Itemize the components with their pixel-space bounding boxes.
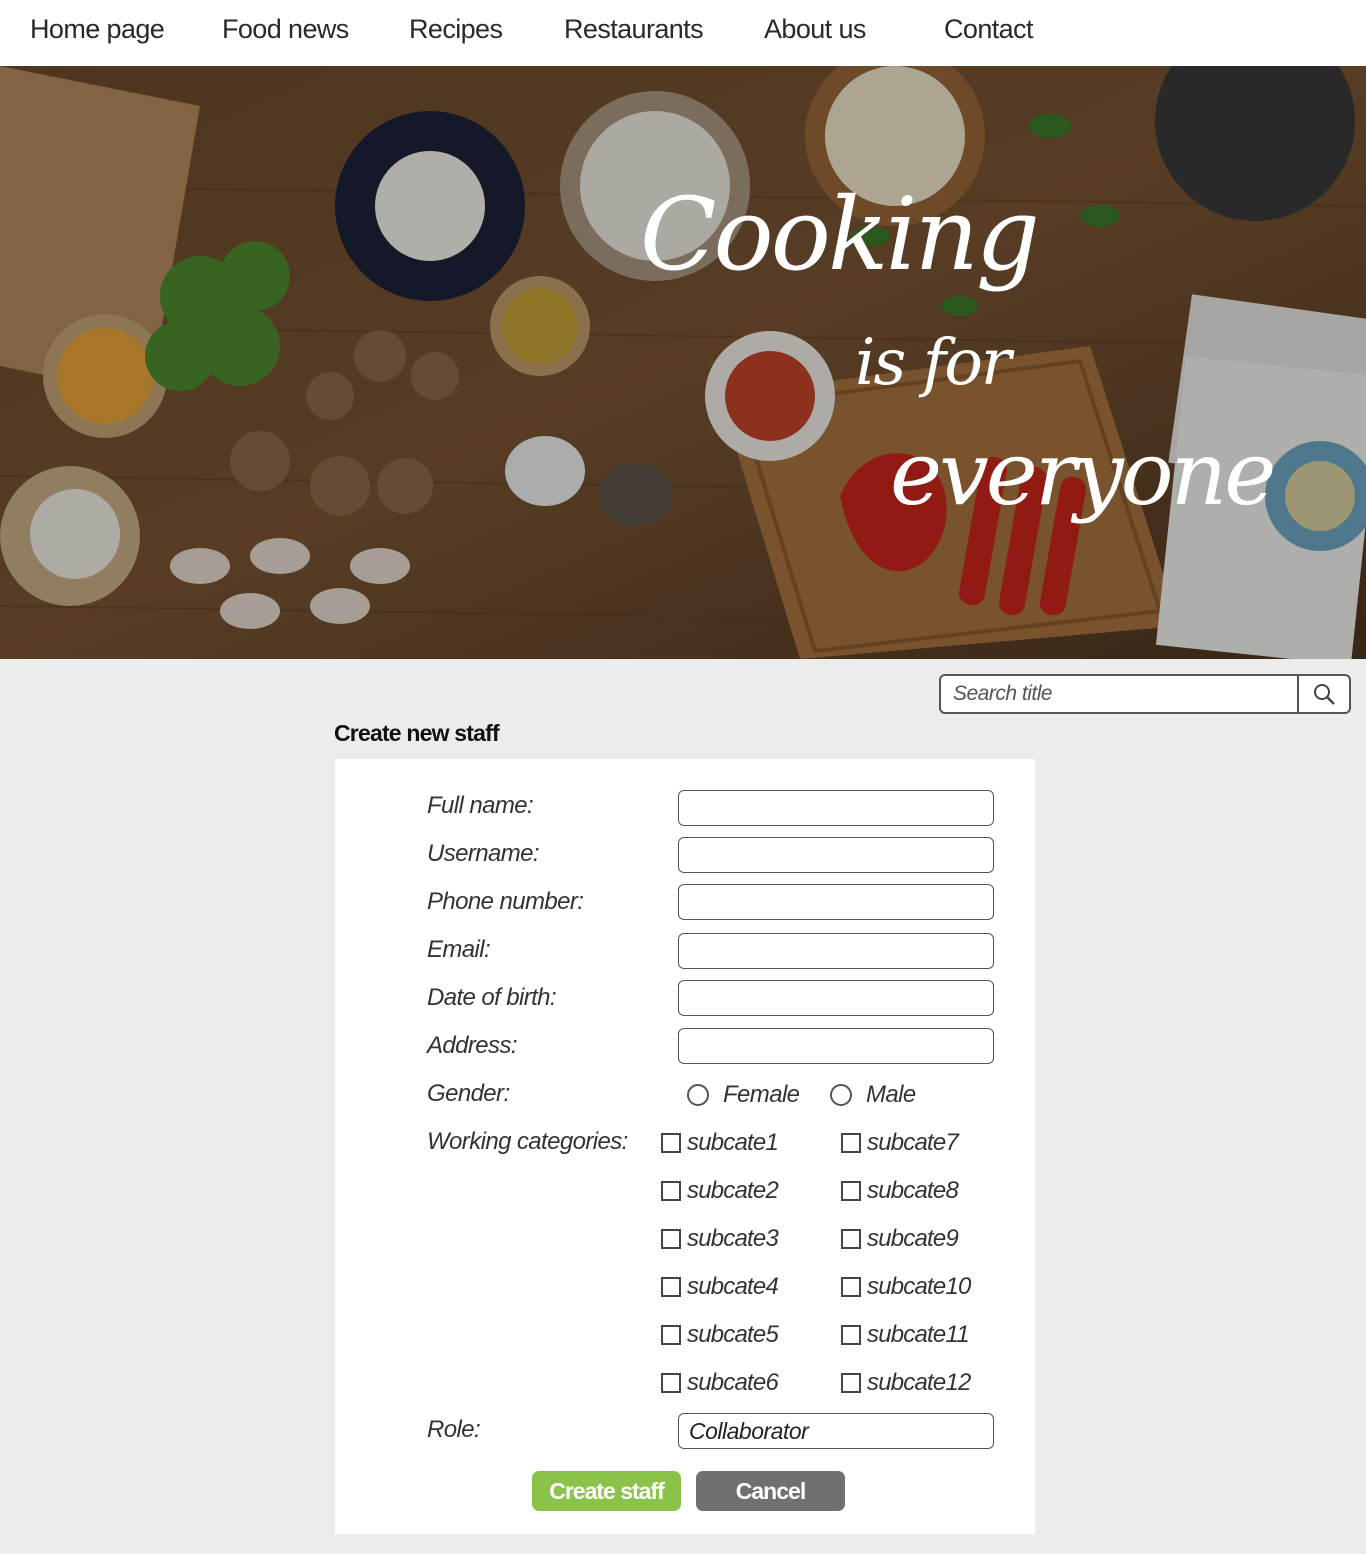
category-label: subcate10 <box>867 1273 971 1300</box>
checkbox-icon <box>841 1181 861 1201</box>
hero-title-line3: everyone <box>890 422 1276 525</box>
hero-food-illustration <box>0 66 1366 659</box>
cancel-button[interactable]: Cancel <box>696 1471 845 1511</box>
checkbox-icon <box>661 1277 681 1297</box>
nav-food-news[interactable]: Food news <box>222 14 349 45</box>
gender-female-label: Female <box>723 1081 800 1108</box>
nav-home-page[interactable]: Home page <box>30 14 165 45</box>
category-checkbox[interactable]: subcate8 <box>841 1177 959 1205</box>
category-checkbox[interactable]: subcate1 <box>661 1129 779 1157</box>
category-label: subcate2 <box>687 1177 779 1204</box>
category-checkbox[interactable]: subcate10 <box>841 1273 971 1301</box>
checkbox-icon <box>841 1277 861 1297</box>
category-label: subcate8 <box>867 1177 959 1204</box>
category-checkbox[interactable]: subcate11 <box>841 1321 970 1349</box>
top-nav: Home page Food news Recipes Restaurants … <box>0 0 1366 66</box>
category-label: subcate11 <box>867 1321 970 1348</box>
full-name-field[interactable] <box>678 790 994 826</box>
date-of-birth-label: Date of birth: <box>427 984 557 1011</box>
create-staff-form: Full name: Username: Phone number: Email… <box>335 759 1035 1534</box>
email-label: Email: <box>427 936 491 963</box>
date-of-birth-field[interactable] <box>678 980 994 1016</box>
hero-title-line2: is for <box>855 326 1011 400</box>
checkbox-icon <box>841 1373 861 1393</box>
username-label: Username: <box>427 840 540 867</box>
username-field[interactable] <box>678 837 994 873</box>
phone-number-field[interactable] <box>678 884 994 920</box>
address-label: Address: <box>427 1032 518 1059</box>
gender-radio-male[interactable]: Male <box>830 1081 916 1109</box>
radio-circle-icon <box>830 1084 852 1106</box>
address-field[interactable] <box>678 1028 994 1064</box>
nav-about-us[interactable]: About us <box>764 14 866 45</box>
category-checkbox[interactable]: subcate7 <box>841 1129 959 1157</box>
hero-title-line1: Cooking <box>640 176 1040 293</box>
nav-recipes[interactable]: Recipes <box>409 14 503 45</box>
checkbox-icon <box>661 1325 681 1345</box>
form-title: Create new staff <box>334 720 500 746</box>
nav-restaurants[interactable]: Restaurants <box>564 14 704 45</box>
category-label: subcate4 <box>687 1273 779 1300</box>
email-field[interactable] <box>678 933 994 969</box>
gender-male-label: Male <box>866 1081 916 1108</box>
role-field[interactable] <box>678 1413 994 1449</box>
category-checkbox[interactable]: subcate5 <box>661 1321 779 1349</box>
category-checkbox[interactable]: subcate2 <box>661 1177 779 1205</box>
category-checkbox[interactable]: subcate3 <box>661 1225 779 1253</box>
gender-label: Gender: <box>427 1080 510 1107</box>
phone-number-label: Phone number: <box>427 888 584 915</box>
working-categories-label: Working categories: <box>427 1128 628 1155</box>
category-label: subcate1 <box>687 1129 779 1156</box>
category-label: subcate7 <box>867 1129 959 1156</box>
search-input[interactable] <box>941 676 1299 712</box>
category-label: subcate5 <box>687 1321 779 1348</box>
search-button[interactable] <box>1299 676 1349 712</box>
checkbox-icon <box>661 1229 681 1249</box>
checkbox-icon <box>661 1133 681 1153</box>
nav-contact[interactable]: Contact <box>944 14 1033 45</box>
checkbox-icon <box>841 1229 861 1249</box>
hero-banner: Cooking is for everyone <box>0 66 1366 659</box>
create-staff-button[interactable]: Create staff <box>532 1471 681 1511</box>
category-checkbox[interactable]: subcate12 <box>841 1369 971 1397</box>
checkbox-icon <box>841 1133 861 1153</box>
category-checkbox[interactable]: subcate9 <box>841 1225 959 1253</box>
checkbox-icon <box>661 1373 681 1393</box>
category-label: subcate12 <box>867 1369 971 1396</box>
category-checkbox[interactable]: subcate4 <box>661 1273 779 1301</box>
category-label: subcate6 <box>687 1369 779 1396</box>
role-label: Role: <box>427 1416 481 1443</box>
full-name-label: Full name: <box>427 792 534 819</box>
search-bar <box>939 674 1351 714</box>
radio-circle-icon <box>687 1084 709 1106</box>
category-label: subcate9 <box>867 1225 959 1252</box>
checkbox-icon <box>661 1181 681 1201</box>
category-checkbox[interactable]: subcate6 <box>661 1369 779 1397</box>
gender-radio-female[interactable]: Female <box>687 1081 800 1109</box>
search-icon <box>1314 684 1335 705</box>
checkbox-icon <box>841 1325 861 1345</box>
category-label: subcate3 <box>687 1225 779 1252</box>
